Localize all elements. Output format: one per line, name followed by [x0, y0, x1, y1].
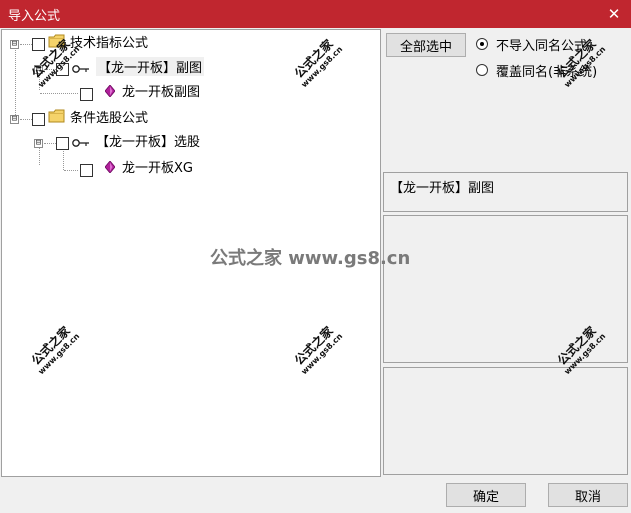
tree-connector — [44, 143, 56, 144]
skip-duplicate-radio[interactable] — [476, 38, 488, 50]
key-icon — [72, 139, 89, 147]
node-checkbox[interactable] — [32, 38, 45, 51]
overwrite-duplicate-radio[interactable] — [476, 64, 488, 76]
tree-connector — [63, 148, 64, 170]
formula-detail-panel — [383, 367, 628, 475]
tree-node-label[interactable]: 【龙一开板】选股 — [96, 131, 200, 150]
formula-name-panel: 【龙一开板】副图 — [383, 172, 628, 212]
tree-node-label[interactable]: 条件选股公式 — [70, 107, 148, 126]
tree-connector — [64, 170, 78, 171]
expand-toggle[interactable]: ⊟ — [10, 40, 19, 49]
tree-node-label[interactable]: 【龙一开板】副图 — [96, 57, 205, 76]
gem-icon — [105, 161, 115, 173]
tree-node-label[interactable]: 龙一开板副图 — [122, 81, 200, 100]
formula-name: 【龙一开板】副图 — [390, 181, 495, 196]
node-checkbox[interactable] — [56, 137, 69, 150]
tree-connector — [39, 145, 40, 165]
select-all-button[interactable]: 全部选中 — [386, 33, 466, 57]
node-checkbox[interactable] — [32, 113, 45, 126]
ok-button[interactable]: 确定 — [446, 483, 526, 507]
gem-icon — [105, 85, 115, 97]
close-icon: ✕ — [607, 5, 621, 23]
cancel-button[interactable]: 取消 — [548, 483, 628, 507]
title-bar: 导入公式 ✕ — [0, 0, 631, 28]
tree-connector — [15, 47, 16, 119]
close-button[interactable]: ✕ — [603, 3, 625, 25]
node-checkbox[interactable] — [80, 88, 93, 101]
folder-icon — [48, 109, 65, 123]
tree-connector — [20, 119, 32, 120]
window-title: 导入公式 — [8, 9, 61, 24]
tree-node-label[interactable]: 龙一开板XG — [122, 157, 193, 176]
expand-toggle[interactable]: ⊟ — [10, 115, 19, 124]
watermark-text: 公式之家 www.gs8.cn — [210, 248, 411, 269]
expand-toggle[interactable]: ⊟ — [34, 139, 43, 148]
tree-connector — [20, 44, 32, 45]
node-checkbox[interactable] — [80, 164, 93, 177]
